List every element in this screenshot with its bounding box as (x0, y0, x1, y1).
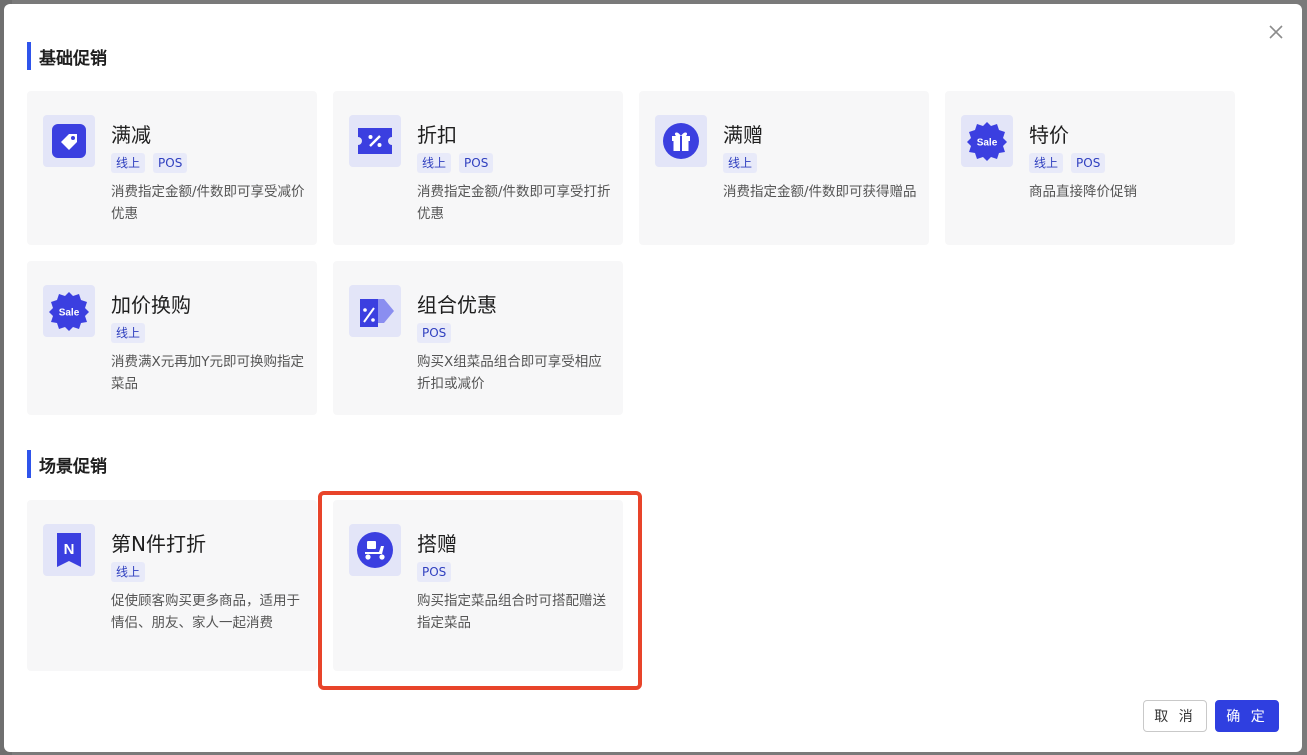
section-title-text: 基础促销 (39, 48, 107, 69)
channel-tag: POS (417, 323, 452, 343)
promo-card-discount[interactable]: 折扣 线上 POS 消费指定金额/件数即可享受打折优惠 (333, 91, 623, 245)
sale-badge-icon: Sale (43, 285, 95, 337)
percent-price-tag-icon (349, 285, 401, 337)
promo-card-full-reduction[interactable]: 满减 线上 POS 消费指定金额/件数即可享受减价优惠 (27, 91, 317, 245)
section-marker (27, 450, 31, 478)
section-title-text: 场景促销 (39, 456, 107, 477)
channel-tag: 线上 (111, 153, 146, 173)
channel-tag: 线上 (111, 323, 146, 343)
svg-text:N: N (64, 541, 75, 558)
channel-tag: POS (1071, 153, 1106, 173)
card-title: 满赠 (723, 123, 763, 147)
channel-tag: POS (459, 153, 494, 173)
close-button[interactable] (1266, 22, 1286, 42)
card-title: 加价换购 (111, 293, 191, 317)
channel-tag: 线上 (1029, 153, 1064, 173)
card-tags: 线上 (111, 562, 146, 582)
n-bookmark-icon: N (43, 524, 95, 576)
confirm-button[interactable]: 确 定 (1215, 700, 1279, 732)
card-tags: 线上 POS (1029, 153, 1106, 173)
card-description: 购买X组菜品组合即可享受相应折扣或减价 (417, 354, 602, 392)
card-tags: POS (417, 562, 452, 582)
section-title-scene: 场景促销 (27, 450, 107, 478)
svg-text:Sale: Sale (59, 308, 80, 319)
channel-tag: POS (417, 562, 452, 582)
card-tags: 线上 (723, 153, 758, 173)
svg-text:Sale: Sale (977, 138, 998, 149)
card-description: 消费指定金额/件数即可获得赠品 (723, 184, 917, 200)
promotion-type-dialog: 基础促销 满减 线上 POS 消费指定金额/件数即可享受减价优惠 折扣 线上 P… (4, 4, 1302, 752)
card-description: 消费满X元再加Y元即可换购指定菜品 (111, 354, 304, 392)
card-description: 商品直接降价促销 (1029, 184, 1137, 200)
tag-icon (43, 115, 95, 167)
card-tags: POS (417, 323, 452, 343)
gift-icon (655, 115, 707, 167)
card-description: 购买指定菜品组合时可搭配赠送指定菜品 (417, 593, 606, 631)
scooter-icon (349, 524, 401, 576)
promo-card-combo[interactable]: 组合优惠 POS 购买X组菜品组合即可享受相应折扣或减价 (333, 261, 623, 415)
promo-card-nth-item[interactable]: N 第N件打折 线上 促使顾客购买更多商品，适用于情侣、朋友、家人一起消费 (27, 500, 317, 671)
channel-tag: 线上 (111, 562, 146, 582)
card-tags: 线上 POS (111, 153, 188, 173)
promo-card-bundle-gift[interactable]: 搭赠 POS 购买指定菜品组合时可搭配赠送指定菜品 (333, 500, 623, 671)
channel-tag: POS (153, 153, 188, 173)
card-title: 满减 (111, 123, 151, 147)
promo-card-add-price-buy[interactable]: Sale 加价换购 线上 消费满X元再加Y元即可换购指定菜品 (27, 261, 317, 415)
percent-coupon-icon (349, 115, 401, 167)
channel-tag: 线上 (723, 153, 758, 173)
sale-badge-icon: Sale (961, 115, 1013, 167)
card-title: 第N件打折 (111, 532, 206, 556)
card-tags: 线上 (111, 323, 146, 343)
card-title: 搭赠 (417, 532, 457, 556)
card-title: 折扣 (417, 123, 457, 147)
card-description: 消费指定金额/件数即可享受打折优惠 (417, 184, 611, 222)
card-tags: 线上 POS (417, 153, 494, 173)
card-description: 消费指定金额/件数即可享受减价优惠 (111, 184, 305, 222)
card-title: 组合优惠 (417, 293, 497, 317)
card-title: 特价 (1029, 123, 1069, 147)
cancel-button[interactable]: 取 消 (1143, 700, 1207, 732)
close-icon (1269, 25, 1283, 39)
channel-tag: 线上 (417, 153, 452, 173)
section-title-basic: 基础促销 (27, 42, 107, 70)
promo-card-special-price[interactable]: Sale 特价 线上 POS 商品直接降价促销 (945, 91, 1235, 245)
promo-card-full-gift[interactable]: 满赠 线上 消费指定金额/件数即可获得赠品 (639, 91, 929, 245)
card-description: 促使顾客购买更多商品，适用于情侣、朋友、家人一起消费 (111, 593, 300, 631)
section-marker (27, 42, 31, 70)
